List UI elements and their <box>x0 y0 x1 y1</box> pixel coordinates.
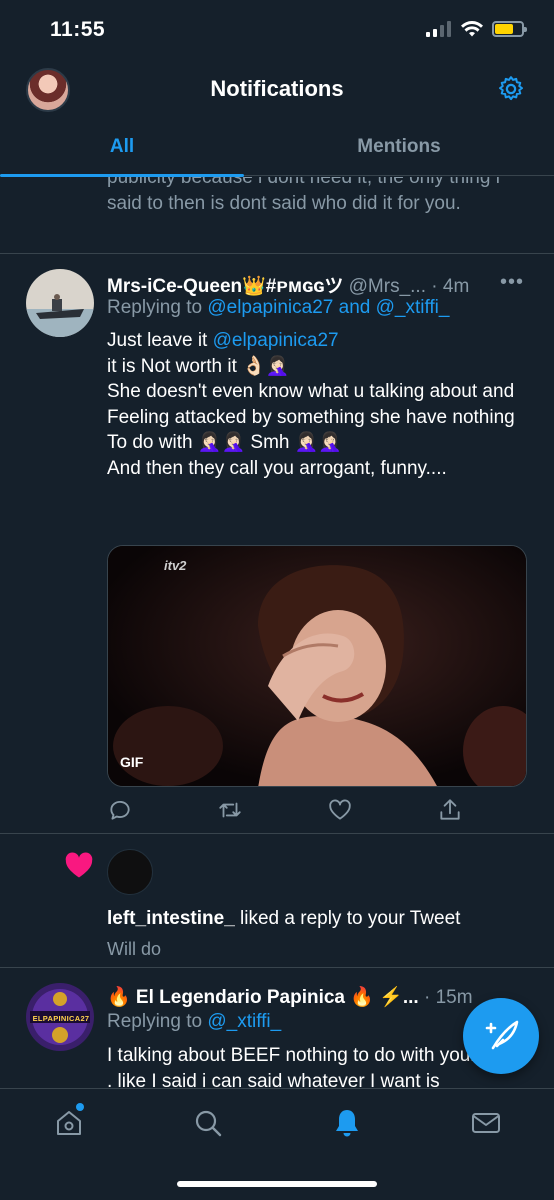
tweet-author-avatar[interactable] <box>26 269 94 337</box>
tweet-text-rest: it is Not worth it 👌🏻🤦🏻‍♀️ She doesn't e… <box>107 355 515 479</box>
retweet-icon[interactable] <box>217 797 243 823</box>
tab-bar: All Mentions <box>0 120 554 177</box>
bottom-nav <box>0 1088 554 1200</box>
compose-button[interactable] <box>463 998 539 1074</box>
liked-reply-text: Will do <box>107 939 162 959</box>
divider <box>0 253 554 254</box>
like-icon[interactable] <box>327 797 353 823</box>
cellular-signal-icon <box>426 21 451 37</box>
replying-to: Replying to @_xtiffi_ <box>107 1011 281 1033</box>
wifi-icon <box>461 21 483 37</box>
tweet-time: · 4m <box>431 276 470 297</box>
mail-icon[interactable] <box>470 1107 502 1139</box>
replying-to: Replying to @elpapinica27 and @_xtiffi_ <box>107 297 449 319</box>
liker-avatar[interactable] <box>107 849 153 895</box>
tab-all[interactable]: All <box>0 136 244 158</box>
heart-icon <box>65 852 93 878</box>
replying-prefix: Replying to <box>107 1011 208 1032</box>
liker-name[interactable]: left_intestine_ <box>107 908 235 929</box>
status-time: 11:55 <box>50 18 106 41</box>
status-bar: 11:55 <box>0 0 554 60</box>
replying-joiner: and <box>333 297 376 318</box>
status-icons <box>426 20 527 38</box>
home-icon[interactable] <box>53 1107 85 1139</box>
gif-badge: GIF <box>120 754 144 770</box>
like-description: left_intestine_ liked a reply to your Tw… <box>107 908 460 930</box>
home-notification-dot <box>76 1103 84 1111</box>
more-options-icon[interactable]: ••• <box>500 271 524 294</box>
tweet-text: Just leave it @elpapinica27 it is Not wo… <box>107 328 527 481</box>
bell-icon[interactable] <box>331 1107 363 1139</box>
avatar-caption: ELPAPINICA27 <box>32 1014 90 1023</box>
battery-icon <box>492 21 527 37</box>
header: Notifications <box>0 60 554 120</box>
like-action-text: liked a reply to your Tweet <box>234 908 461 929</box>
divider <box>0 833 554 834</box>
replying-prefix: Replying to <box>107 297 208 318</box>
mention-link[interactable]: @elpapinica27 <box>213 330 339 351</box>
mention-link[interactable]: @elpapinica27 <box>207 297 333 318</box>
tweet-text-line: Just leave it <box>107 330 213 351</box>
mention-link[interactable]: @_xtiffi_ <box>207 1011 281 1032</box>
divider <box>0 967 554 968</box>
previous-tweet-text: publicity because i dont need it, the on… <box>107 177 500 214</box>
channel-logo: itv2 <box>164 558 187 573</box>
tab-mentions[interactable]: Mentions <box>277 136 521 158</box>
author-name[interactable]: 🔥 El Legendario Papinica 🔥 ⚡... <box>107 987 419 1008</box>
mention-link[interactable]: @_xtiffi_ <box>376 297 450 318</box>
home-indicator <box>177 1181 377 1187</box>
tweet-meta: Mrs-iCe-Queen👑#ᴘᴍɢɢツ @Mrs_... · 4m <box>107 271 527 298</box>
gear-icon[interactable] <box>496 74 526 104</box>
notification-feed[interactable]: publicity because i dont need it, the on… <box>0 177 554 1087</box>
page-title: Notifications <box>210 76 344 101</box>
share-icon[interactable] <box>437 797 463 823</box>
search-icon[interactable] <box>192 1107 224 1139</box>
gif-media[interactable]: itv2 GIF <box>107 545 527 787</box>
tweet-actions <box>107 797 467 825</box>
author-handle: @Mrs_... <box>348 276 426 297</box>
reply-icon[interactable] <box>107 797 133 823</box>
tweet-meta: 🔥 El Legendario Papinica 🔥 ⚡... · 15m <box>107 985 487 1009</box>
author-name[interactable]: Mrs-iCe-Queen👑#ᴘᴍɢɢツ <box>107 276 343 297</box>
compose-icon <box>485 1020 519 1050</box>
